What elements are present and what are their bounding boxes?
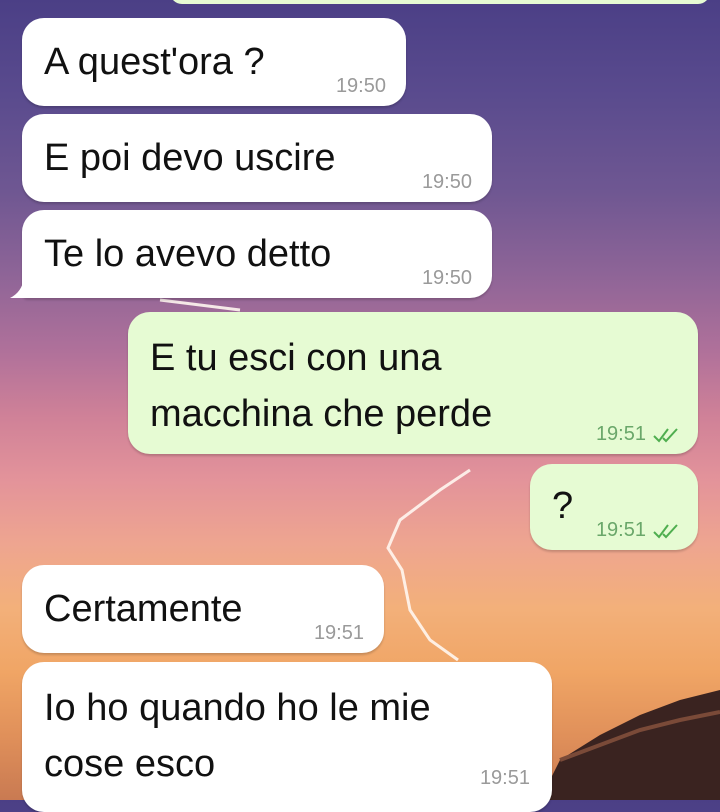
previous-message-bubble-edge [173,0,707,4]
message-outgoing[interactable]: E tu esci con una macchina che perde 19:… [128,312,698,454]
message-outgoing[interactable]: ? 19:51 [530,464,698,550]
time-label: 19:50 [421,267,472,289]
message-status: 19:51 [596,519,682,542]
message-timestamp: 19:51 [480,767,530,790]
time-label: 19:51 [313,622,364,644]
message-incoming[interactable]: A quest'ora ? 19:50 [22,18,406,106]
message-text: Io ho quando ho le mie cose esco [44,687,431,785]
message-text: Certamente [44,588,243,630]
message-text: Te lo avevo detto [44,233,332,275]
double-check-icon [653,427,678,443]
message-status: 19:51 [596,423,682,446]
message-incoming[interactable]: E poi devo uscire 19:50 [22,114,492,202]
message-timestamp: 19:50 [336,75,386,98]
message-text: E tu esci con una macchina che perde [150,337,493,435]
time-label: 19:51 [595,519,646,541]
message-timestamp: 19:51 [314,622,364,645]
double-check-icon [653,523,678,539]
message-timestamp: 19:50 [422,171,472,194]
time-label: 19:51 [595,423,646,445]
message-text: A quest'ora ? [44,41,265,83]
message-text: ? [552,485,574,527]
bubble-tail [10,278,34,298]
time-label: 19:50 [335,75,386,97]
message-incoming[interactable]: Io ho quando ho le mie cose esco 19:51 [22,662,552,812]
message-text: E poi devo uscire [44,137,336,179]
message-incoming[interactable]: Te lo avevo detto 19:50 [10,210,492,298]
message-incoming[interactable]: Certamente 19:51 [22,565,384,653]
time-label: 19:50 [421,171,472,193]
time-label: 19:51 [479,767,530,789]
mountain-silhouette [540,690,720,800]
message-timestamp: 19:50 [422,267,472,290]
